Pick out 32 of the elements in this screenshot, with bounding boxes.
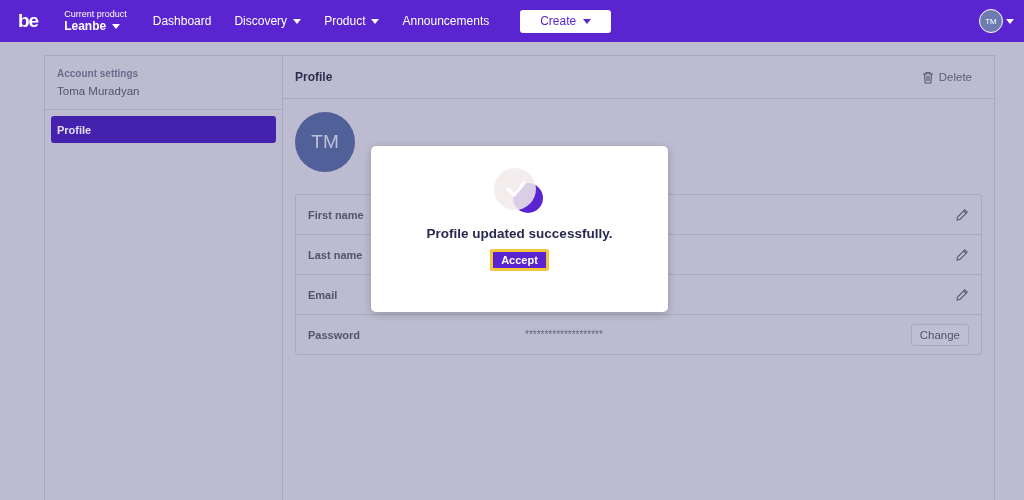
section-heading: Account settings	[57, 68, 140, 79]
nav-link[interactable]: Dashboard	[152, 14, 212, 28]
user-avatar[interactable]: TM	[979, 9, 1003, 33]
field-label: First name	[308, 208, 365, 221]
product-label: Current product	[64, 9, 127, 19]
caret-icon	[1006, 18, 1014, 24]
trash-icon	[921, 70, 934, 84]
nav-link[interactable]: Announcements	[402, 14, 490, 28]
field-label: Password	[308, 328, 361, 341]
delete-button[interactable]: Delete	[911, 70, 982, 84]
dialog-message: Profile updated successfully.	[426, 226, 613, 241]
caret-icon	[583, 18, 592, 24]
create-button[interactable]: Create	[520, 9, 612, 33]
pencil-icon[interactable]	[955, 287, 969, 302]
product-selector[interactable]: Leanbe	[64, 19, 127, 33]
profile-avatar: TM	[295, 112, 355, 172]
logo[interactable]: be	[18, 10, 39, 32]
change-button[interactable]: Change	[910, 323, 969, 346]
check-icon	[493, 168, 546, 216]
caret-icon	[112, 23, 121, 29]
page-title: Profile	[295, 70, 333, 84]
caret-icon	[293, 18, 302, 24]
user-name: Toma Muradyan	[57, 85, 141, 97]
pencil-icon[interactable]	[955, 247, 969, 262]
caret-icon	[371, 18, 380, 24]
pencil-icon[interactable]	[955, 207, 969, 222]
field-value: ********************	[525, 329, 604, 340]
accept-button[interactable]: Accept	[490, 249, 549, 271]
nav-link[interactable]: Product	[324, 14, 380, 28]
field-label: Email	[308, 288, 339, 301]
nav-link[interactable]: Discovery	[234, 14, 302, 28]
sidebar-item[interactable]: Profile	[51, 116, 276, 143]
